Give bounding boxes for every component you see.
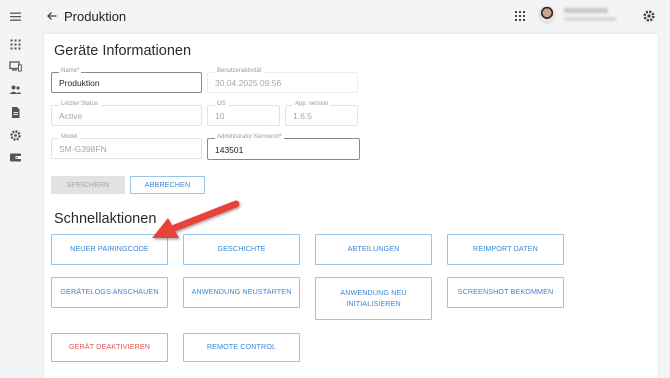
view-device-logs-button[interactable]: GERÄTELOGS ANSCHAUEN bbox=[51, 277, 168, 308]
os-field: OS 10 bbox=[207, 101, 280, 126]
user-name-blurred bbox=[564, 8, 608, 13]
quick-actions-title: Schnellaktionen bbox=[54, 211, 157, 227]
admin-password-value: 143501 bbox=[215, 145, 244, 155]
app-version-field: App. version 1.6.5 bbox=[285, 101, 358, 126]
menu-icon[interactable] bbox=[9, 10, 22, 23]
avatar[interactable] bbox=[538, 6, 556, 24]
last-status-field: Letzter Status Active bbox=[51, 101, 202, 126]
app-version-label: App. version bbox=[293, 101, 331, 107]
departments-button[interactable]: ABTEILUNGEN bbox=[315, 234, 432, 265]
apps-grid-icon[interactable] bbox=[514, 10, 526, 22]
model-label: Model bbox=[59, 134, 80, 140]
apps-grid-icon[interactable] bbox=[9, 38, 22, 51]
name-label: Name* bbox=[59, 68, 82, 74]
last-activity-label: Benutzeraktivität bbox=[215, 68, 264, 74]
last-activity-value: 30.04.2025 09:56 bbox=[215, 78, 282, 88]
reimport-data-button[interactable]: REIMPORT DATEN bbox=[447, 234, 564, 265]
devices-icon[interactable] bbox=[9, 60, 22, 73]
document-icon[interactable] bbox=[9, 106, 22, 119]
admin-password-label: Administrator Kennwort* bbox=[215, 134, 284, 140]
settings-icon[interactable] bbox=[9, 129, 22, 142]
get-screenshot-button[interactable]: SCREENSHOT BEKOMMEN bbox=[447, 277, 564, 308]
history-button[interactable]: GESCHICHTE bbox=[183, 234, 300, 265]
users-icon[interactable] bbox=[9, 83, 22, 96]
os-value: 10 bbox=[215, 111, 225, 121]
top-bar: Produktion bbox=[30, 0, 670, 34]
save-button[interactable]: SPEICHERN bbox=[51, 176, 125, 194]
back-arrow-icon[interactable] bbox=[46, 10, 58, 22]
page-title: Produktion bbox=[64, 9, 127, 24]
device-info-title: Geräte Informationen bbox=[54, 43, 192, 59]
user-email-blurred bbox=[564, 17, 616, 21]
app-version-value: 1.6.5 bbox=[293, 111, 312, 121]
device-card: Geräte Informationen Name* Produktion Be… bbox=[44, 34, 658, 378]
deactivate-device-button[interactable]: GERÄT DEAKTIVIEREN bbox=[51, 333, 168, 362]
last-status-label: Letzter Status bbox=[59, 101, 101, 107]
reinitialize-app-button[interactable]: ANWENDUNG NEU INITIALISIEREN bbox=[315, 277, 432, 320]
new-pairing-code-button[interactable]: NEUER PAIRINGCODE bbox=[51, 234, 168, 265]
restart-app-button[interactable]: ANWENDUNG NEUSTARTEN bbox=[183, 277, 300, 308]
last-status-value: Active bbox=[59, 111, 83, 121]
model-value: SM-G398FN bbox=[59, 144, 107, 154]
gear-icon[interactable] bbox=[642, 9, 656, 23]
remote-control-button[interactable]: REMOTE CONTROL bbox=[183, 333, 300, 362]
cancel-button[interactable]: ABBRECHEN bbox=[130, 176, 205, 194]
name-value: Produktion bbox=[59, 78, 100, 88]
sidebar bbox=[0, 0, 30, 378]
admin-password-field[interactable]: Administrator Kennwort* 143501 bbox=[207, 134, 360, 160]
name-field[interactable]: Name* Produktion bbox=[51, 68, 202, 93]
wallet-icon[interactable] bbox=[9, 151, 22, 164]
last-activity-field: Benutzeraktivität 30.04.2025 09:56 bbox=[207, 68, 358, 93]
model-field: Model SM-G398FN bbox=[51, 134, 202, 159]
os-label: OS bbox=[215, 101, 228, 107]
